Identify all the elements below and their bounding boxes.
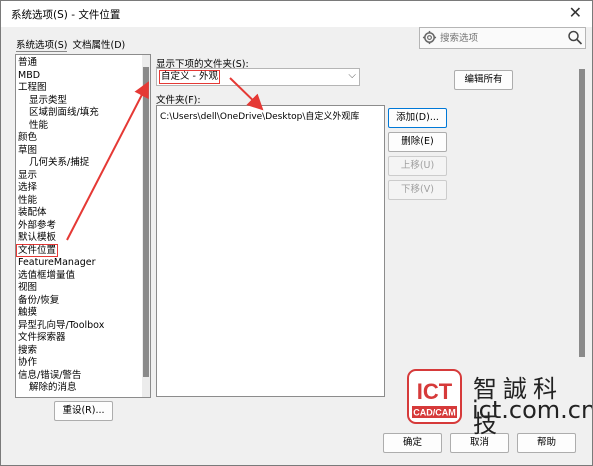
tree-item-performance[interactable]: 性能	[18, 195, 37, 207]
tree-item-sketch[interactable]: 草图	[18, 145, 37, 157]
options-tabs: 系统选项(S) 文档属性(D)	[16, 37, 127, 52]
tree-scrollbar-thumb[interactable]	[143, 67, 149, 377]
tree-item-messages-errors-warnings[interactable]: 信息/错误/警告	[18, 370, 81, 382]
tree-item-area-hatch[interactable]: 区域剖面线/填充	[29, 107, 99, 119]
tree-item-colors[interactable]: 颜色	[18, 132, 37, 144]
search-input[interactable]	[438, 30, 562, 46]
reset-button[interactable]: 重设(R)...	[54, 401, 113, 421]
tree-item-featuremanager[interactable]: FeatureManager	[18, 257, 96, 269]
folders-list[interactable]: C:\Users\dell\OneDrive\Desktop\自定义外观库	[156, 105, 385, 397]
tab-system-options[interactable]: 系统选项(S)	[16, 37, 68, 52]
options-dialog: 系统选项(S) - 文件位置 ✕ 系统选项(S) 文档属性(D) 普通 MBD …	[0, 0, 593, 466]
delete-folder-button[interactable]: 删除(E)	[388, 132, 447, 152]
edit-all-button[interactable]: 编辑所有	[454, 70, 513, 90]
tree-item-drawings[interactable]: 工程图	[18, 82, 47, 94]
move-down-button[interactable]: 下移(V)	[388, 180, 447, 200]
tree-item-display[interactable]: 显示	[18, 170, 37, 182]
tab-document-properties[interactable]: 文档属性(D)	[72, 37, 125, 51]
right-scrollbar[interactable]	[578, 69, 586, 357]
tree-item-default-templates[interactable]: 默认模板	[18, 232, 56, 244]
tree-item-view[interactable]: 视图	[18, 282, 37, 294]
folders-label: 文件夹(F):	[156, 95, 201, 106]
window-title: 系统选项(S) - 文件位置	[11, 9, 121, 21]
folder-path-item[interactable]: C:\Users\dell\OneDrive\Desktop\自定义外观库	[160, 109, 359, 122]
ok-button[interactable]: 确定	[383, 433, 442, 453]
search-box[interactable]	[419, 27, 586, 49]
folders-for-dropdown[interactable]: 自定义 - 外观 ⌵	[156, 68, 360, 86]
close-icon[interactable]: ✕	[569, 3, 582, 22]
gear-icon[interactable]	[422, 29, 437, 46]
tree-item-assemblies[interactable]: 装配体	[18, 207, 47, 219]
tree-item-search[interactable]: 搜索	[18, 345, 37, 357]
right-scrollbar-thumb[interactable]	[579, 69, 585, 357]
tree-item-touch[interactable]: 触摸	[18, 307, 37, 319]
tree-scrollbar[interactable]	[142, 55, 150, 397]
tree-item-display-style[interactable]: 显示类型	[29, 95, 67, 107]
tree-item-general[interactable]: 普通	[18, 57, 37, 69]
chevron-down-icon[interactable]: ⌵	[348, 70, 356, 81]
file-locations-label: 文件位置	[16, 243, 59, 257]
tree-item-drawing-performance[interactable]: 性能	[29, 120, 48, 132]
watermark-url: ict.com.cn	[472, 396, 593, 424]
logo-text: ICT	[417, 379, 453, 404]
tree-item-relations-snaps[interactable]: 几何关系/捕捉	[29, 157, 89, 169]
search-icon[interactable]	[567, 29, 583, 46]
tree-item-dismissed-messages[interactable]: 解除的消息	[29, 382, 77, 394]
tree-item-backup-recover[interactable]: 备份/恢复	[18, 295, 59, 307]
tree-item-hole-wizard-toolbox[interactable]: 异型孔向导/Toolbox	[18, 320, 104, 332]
tree-item-collaboration[interactable]: 协作	[18, 357, 37, 369]
tree-item-file-explorer[interactable]: 文件探索器	[18, 332, 66, 344]
logo-subtext: CAD/CAM	[413, 408, 456, 418]
tree-item-file-locations[interactable]: 文件位置	[16, 243, 59, 257]
move-up-button[interactable]: 上移(U)	[388, 156, 447, 176]
options-tree: 普通 MBD 工程图 显示类型 区域剖面线/填充 性能 颜色 草图 几何关系/捕…	[15, 54, 151, 398]
title-bar: 系统选项(S) - 文件位置 ✕	[1, 1, 592, 27]
tree-item-selection[interactable]: 选择	[18, 182, 37, 194]
folders-for-selected-value: 自定义 - 外观	[159, 70, 220, 84]
tree-item-mbd[interactable]: MBD	[18, 70, 40, 82]
watermark: ICT CAD/CAM 智誠科技 ict.com.cn	[407, 369, 592, 438]
tree-item-spin-box-increments[interactable]: 选值框增量值	[18, 270, 75, 282]
ict-logo: ICT CAD/CAM	[407, 369, 462, 424]
add-folder-button[interactable]: 添加(D)...	[388, 108, 447, 128]
tree-item-external-references[interactable]: 外部参考	[18, 220, 56, 232]
